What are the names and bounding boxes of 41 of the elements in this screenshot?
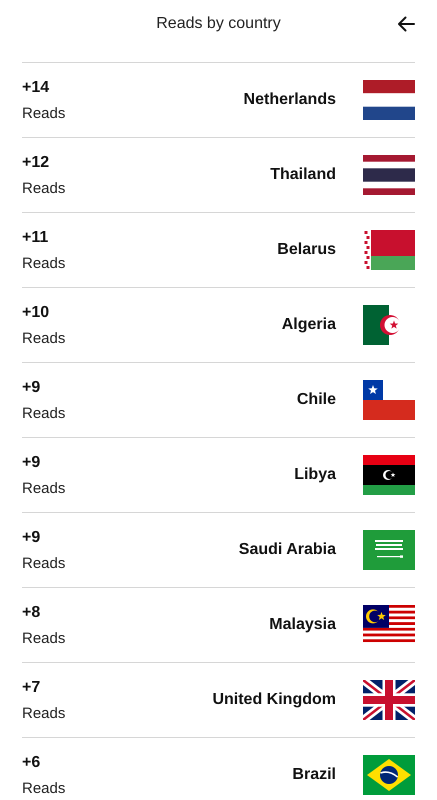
- reads-label: Reads: [22, 554, 66, 572]
- flag-icon: [363, 680, 415, 720]
- reads-label: Reads: [22, 780, 66, 796]
- country-name: United Kingdom: [212, 691, 336, 709]
- read-count: +6: [22, 754, 42, 772]
- country-name: Malaysia: [269, 616, 336, 634]
- read-count: +10: [22, 304, 50, 322]
- read-count: +9: [22, 454, 42, 472]
- read-count: +12: [22, 154, 50, 172]
- flag-icon: [363, 755, 415, 795]
- country-name: Libya: [294, 466, 336, 484]
- reads-label: Reads: [22, 704, 66, 722]
- country-name: Belarus: [277, 241, 336, 259]
- reads-label: Reads: [22, 180, 66, 196]
- country-name: Saudi Arabia: [238, 541, 336, 559]
- flag-icon: [363, 80, 415, 120]
- flag-icon: [363, 455, 415, 495]
- read-count: +8: [22, 604, 42, 622]
- read-count: +14: [22, 78, 50, 96]
- flag-icon: [363, 230, 415, 270]
- screen-title: Reads by country: [156, 15, 281, 33]
- country-name: Netherlands: [244, 91, 336, 109]
- reads-label: Reads: [22, 254, 66, 272]
- reads-label: Reads: [22, 330, 66, 346]
- flag-icon: [363, 155, 415, 195]
- read-count: +7: [22, 678, 42, 696]
- country-name: Algeria: [282, 316, 336, 334]
- reads-label: Reads: [22, 104, 66, 122]
- flag-icon: [363, 380, 415, 420]
- reads-label: Reads: [22, 480, 66, 496]
- reads-label: Reads: [22, 630, 66, 646]
- country-name: Thailand: [270, 166, 336, 184]
- back-arrow-icon[interactable]: [396, 14, 416, 34]
- flag-icon: [363, 605, 415, 645]
- read-count: +9: [22, 378, 42, 396]
- reads-label: Reads: [22, 404, 66, 422]
- flag-icon: [363, 530, 415, 570]
- country-name: Brazil: [292, 766, 336, 784]
- read-count: +9: [22, 528, 42, 546]
- country-name: Chile: [296, 391, 336, 409]
- read-count: +11: [22, 228, 50, 246]
